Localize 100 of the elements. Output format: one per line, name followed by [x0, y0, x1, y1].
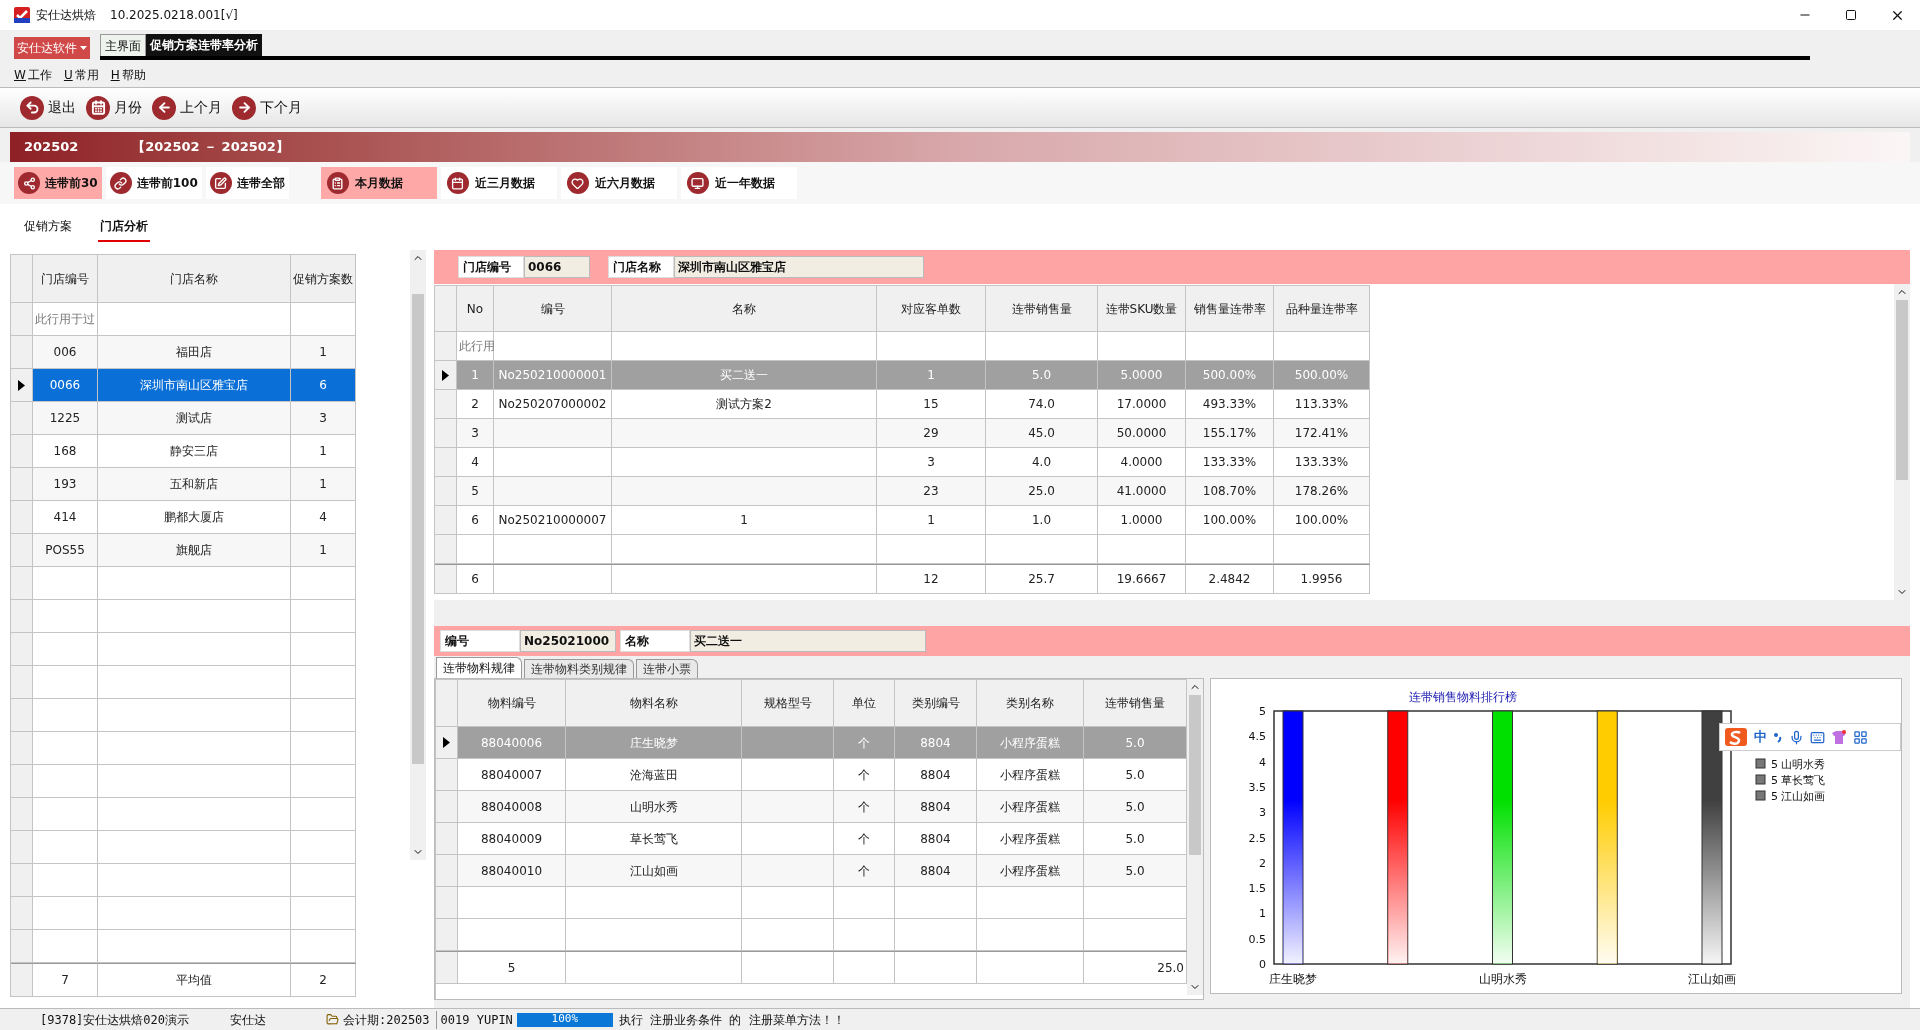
filter-button[interactable]: 连带全部	[205, 167, 289, 199]
detail-tab[interactable]: 连带物料类别规律	[524, 659, 634, 678]
maximize-icon[interactable]	[1845, 9, 1857, 21]
table-cell: 19.6667	[1098, 565, 1186, 594]
column-header: 类别名称	[977, 680, 1084, 727]
scroll-thumb[interactable]	[1189, 695, 1201, 855]
table-cell: 旗舰店	[98, 534, 291, 567]
table-row[interactable]: 0066 深圳市南山区雅宝店 6	[11, 369, 356, 402]
range-button[interactable]: 本月数据	[320, 167, 437, 199]
read-only-field: No25021000	[520, 630, 616, 652]
document-tab[interactable]: 主界面	[100, 34, 146, 56]
version-label: 10.2025.0218.001[√]	[110, 7, 238, 24]
punctuation-icon[interactable]	[1773, 731, 1783, 743]
field-label: 编号	[440, 630, 520, 652]
table-row[interactable]: 5 23 25.0 41.0000 108.70% 178.26%	[435, 477, 1370, 506]
table-cell	[834, 919, 895, 951]
x-tick-label: 江山如画	[1688, 972, 1736, 986]
toolbar-button[interactable]: 下个月	[232, 95, 302, 120]
folder-icon	[326, 1013, 339, 1026]
table-cell	[291, 732, 356, 765]
table-cell: 平均值	[98, 964, 291, 997]
column-header: 对应客单数	[877, 286, 986, 332]
column-header: 连带销售量	[986, 286, 1098, 332]
column-header: 促销方案数	[291, 255, 356, 303]
table-row[interactable]: 88040007 沧海蓝田 个 8804 小程序蛋糕 5.0	[436, 759, 1187, 791]
table-cell	[291, 897, 356, 930]
column-header: 物料名称	[566, 680, 742, 727]
table-cell: 100.00%	[1274, 506, 1370, 535]
range-button[interactable]: 近六月数据	[560, 167, 677, 199]
table-row[interactable]: 006 福田店 1	[11, 336, 356, 369]
toolbar-button[interactable]: 月份	[86, 95, 142, 120]
column-header: 品种量连带率	[1274, 286, 1370, 332]
scrollbar[interactable]	[1187, 679, 1203, 995]
table-row[interactable]: 4 3 4.0 4.0000 133.33% 133.33%	[435, 448, 1370, 477]
shirt-icon[interactable]	[1831, 730, 1847, 744]
table-cell: 小程序蛋糕	[977, 855, 1084, 887]
y-tick-label: 2	[1259, 856, 1266, 870]
table-cell: 个	[834, 855, 895, 887]
table-row[interactable]: POS55 旗舰店 1	[11, 534, 356, 567]
table-row[interactable]: 3 29 45.0 50.0000 155.17% 172.41%	[435, 419, 1370, 448]
scroll-thumb[interactable]	[1896, 300, 1908, 480]
keyboard-icon[interactable]	[1810, 729, 1825, 745]
legend-swatch-icon	[1755, 790, 1766, 801]
table-cell: 1	[612, 506, 877, 535]
read-only-field: 买二送一	[690, 630, 926, 652]
table-row[interactable]: 193 五和新店 1	[11, 468, 356, 501]
menu-item[interactable]: H 帮助	[110, 65, 146, 84]
table-cell: 5	[458, 952, 566, 984]
app-menu-button[interactable]: 安仕达软件	[14, 37, 90, 59]
range-button[interactable]: 近三月数据	[440, 167, 557, 199]
view-tab[interactable]: 门店分析	[98, 212, 150, 242]
clipboard-icon	[326, 172, 349, 194]
user-label: 安仕达	[230, 1011, 267, 1029]
document-tab[interactable]: 促销方案连带率分析	[146, 34, 262, 56]
detail-tab[interactable]: 连带物料规律	[436, 657, 522, 678]
table-cell	[291, 666, 356, 699]
y-tick-label: 0.5	[1248, 932, 1266, 946]
table-cell: 8804	[895, 855, 977, 887]
table-cell	[834, 887, 895, 919]
table-row[interactable]: 88040009 草长莺飞 个 8804 小程序蛋糕 5.0	[436, 823, 1187, 855]
detail-tab[interactable]: 连带小票	[636, 659, 698, 678]
table-row[interactable]: 168 静安三店 1	[11, 435, 356, 468]
table-cell: 江山如画	[566, 855, 742, 887]
period-range: 【202502 － 202502】	[132, 138, 289, 157]
table-cell: 7	[33, 964, 98, 997]
microphone-icon[interactable]	[1789, 729, 1804, 745]
status-message: 执行 注册业务条件 的 注册菜单方法！！	[618, 1011, 845, 1029]
scrollbar[interactable]	[1894, 284, 1910, 600]
filter-button[interactable]: 连带前100	[105, 167, 202, 199]
read-only-field: 深圳市南山区雅宝店	[674, 256, 924, 278]
table-cell	[291, 600, 356, 633]
range-button[interactable]: 近一年数据	[680, 167, 797, 199]
share-icon	[18, 172, 40, 194]
table-cell	[33, 864, 98, 897]
table-cell: 100.00%	[1186, 506, 1274, 535]
scrollbar[interactable]	[410, 250, 426, 860]
table-row[interactable]: 2 No250207000002 测试方案2 15 74.0 17.0000 493.33% 113.33%	[435, 390, 1370, 419]
table-cell: No250210000007	[494, 506, 612, 535]
ime-mode-label[interactable]: 中	[1754, 727, 1767, 747]
menu-item[interactable]: W 工作	[14, 65, 52, 84]
legend-label: 5 江山如画	[1771, 790, 1826, 803]
x-tick-label: 庄生晓梦	[1269, 972, 1317, 986]
table-cell	[33, 798, 98, 831]
app-logo-icon	[14, 7, 30, 23]
table-row[interactable]: 88040008 山明水秀 个 8804 小程序蛋糕 5.0	[436, 791, 1187, 823]
table-row[interactable]: 1225 测试店 3	[11, 402, 356, 435]
y-tick-label: 4.5	[1248, 730, 1266, 744]
table-row[interactable]: 88040010 江山如画 个 8804 小程序蛋糕 5.0	[436, 855, 1187, 887]
ime-logo-icon	[1724, 726, 1748, 748]
toolbar-button[interactable]: 上个月	[152, 95, 222, 120]
scroll-thumb[interactable]	[412, 294, 424, 764]
view-tab[interactable]: 促销方案	[22, 212, 74, 242]
filter-button[interactable]: 连带前30	[14, 167, 102, 199]
grid-icon[interactable]	[1853, 729, 1868, 745]
table-row[interactable]: 6 No250210000007 1 1 1.0 1.0000 100.00% 100.00%	[435, 506, 1370, 535]
monitor-icon	[686, 172, 709, 194]
toolbar-button[interactable]: 退出	[20, 95, 76, 120]
table-cell	[33, 567, 98, 600]
table-row[interactable]: 414 鹏都大厦店 4	[11, 501, 356, 534]
menu-item[interactable]: U 常用	[63, 65, 99, 84]
